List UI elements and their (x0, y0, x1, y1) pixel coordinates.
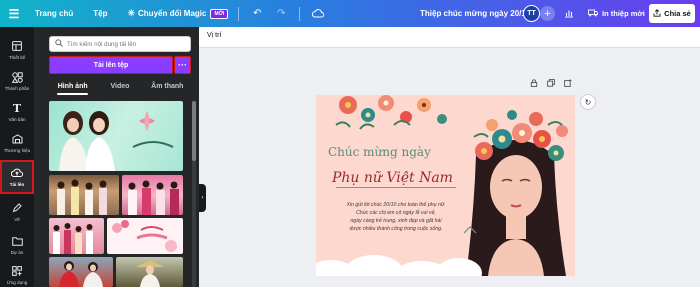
toolbar-divider (238, 6, 240, 21)
file-menu[interactable]: Tệp (93, 0, 107, 27)
cloud-upload-icon (11, 168, 23, 179)
rail-item-label: Thương hiệu (3, 147, 31, 153)
rail-item-draw[interactable]: Vẽ (0, 195, 34, 229)
tab-images[interactable]: Hình ảnh (49, 78, 96, 95)
rail-item-text[interactable]: T Văn bản (0, 95, 34, 129)
rail-item-apps[interactable]: Ứng dụng (0, 258, 34, 287)
print-invitation-button[interactable]: In thiệp mời (583, 4, 650, 23)
layout-icon (11, 41, 23, 52)
search-input[interactable] (67, 40, 185, 48)
document-title[interactable]: Thiệp chúc mừng ngày 20/10 (420, 0, 530, 27)
rail-item-brand[interactable]: Thương hiệu (0, 126, 34, 160)
cloud-save-icon[interactable] (310, 0, 326, 27)
magic-switch-button[interactable]: ✳ Chuyển đổi Magic MỚI (127, 0, 229, 27)
card-message-line: Chúc các chị em có ngày lễ vui vẻ, (356, 210, 436, 217)
card-heading[interactable]: Chúc mừng ngày (328, 145, 468, 159)
plus-icon: + (544, 7, 551, 20)
collapse-panel-handle[interactable]: ‹ (199, 184, 206, 212)
upload-icon (653, 8, 661, 19)
undo-icon[interactable]: ↶ (249, 0, 265, 27)
rail-item-label: Ứng dụng (6, 279, 28, 285)
add-page-icon[interactable] (564, 79, 572, 89)
card-message[interactable]: Xin gửi lời chúc 20/10 cho toàn thể phụ … (316, 201, 476, 233)
more-options-button[interactable]: ··· (174, 56, 191, 74)
truck-icon (588, 9, 598, 19)
rail-item-label: Tải lên (9, 181, 25, 187)
text-icon: T (12, 101, 22, 115)
position-button[interactable]: Vị trí (207, 32, 221, 39)
rail-item-uploads[interactable]: Tải lên (0, 160, 34, 194)
redo-icon[interactable]: ↷ (273, 0, 289, 27)
scrollbar-thumb[interactable] (192, 101, 196, 161)
tab-video[interactable]: Video (96, 78, 143, 95)
sparkle-icon: ✳ (127, 8, 136, 18)
greeting-card-canvas[interactable]: Chúc mừng ngày Phụ nữ Việt Nam Xin gửi l… (316, 95, 575, 276)
card-message-line: Xin gửi lời chúc 20/10 cho toàn thể phụ … (346, 202, 446, 208)
uploaded-image-thumbnail[interactable] (49, 175, 119, 215)
share-button[interactable]: Chia sẻ (649, 4, 695, 23)
rail-item-design[interactable]: Thiết kế (0, 33, 34, 67)
upload-file-button[interactable]: Tải lên tệp (49, 56, 173, 74)
elements-icon (11, 71, 23, 83)
duplicate-page-icon[interactable] (547, 79, 555, 89)
magic-switch-label: Chuyển đổi Magic (138, 9, 207, 18)
chevron-left-icon: ‹ (201, 195, 204, 201)
print-invitation-label: In thiệp mời (602, 9, 645, 18)
rail-item-label: Thành phần (4, 85, 30, 91)
panel-scrollbar[interactable] (192, 101, 196, 287)
home-link[interactable]: Trang chủ (35, 0, 73, 27)
side-rail: Thiết kế Thành phần T Văn bản Thương hiệ… (0, 27, 34, 287)
card-message-line: ngày càng trẻ trung, xinh đẹp và gặt hái (350, 218, 442, 225)
toolbar-divider (299, 6, 301, 21)
media-tabs: Hình ảnh Video Âm thanh (49, 78, 191, 95)
rail-item-elements[interactable]: Thành phần (0, 64, 34, 98)
share-label: Chia sẻ (664, 9, 691, 18)
card-message-line: được nhiều thành công trong cuộc sống. (349, 226, 443, 233)
decorative-divider (336, 187, 456, 188)
top-toolbar: ☰ Trang chủ Tệp ✳ Chuyển đổi Magic MỚI ↶… (0, 0, 700, 27)
brand-icon (11, 134, 23, 145)
search-icon (55, 39, 63, 49)
uploaded-image-thumbnail[interactable] (49, 101, 183, 171)
context-toolbar: Vị trí (199, 27, 700, 48)
add-collaborator-button[interactable]: + (540, 6, 555, 21)
avatar[interactable]: TT (523, 5, 540, 22)
rail-item-label: Vẽ (14, 216, 20, 222)
uploads-panel: Tải lên tệp ··· Hình ảnh Video Âm thanh (34, 27, 199, 287)
draw-icon (11, 203, 23, 214)
uploaded-image-thumbnail[interactable] (49, 257, 113, 287)
uploaded-image-thumbnail[interactable] (107, 218, 183, 254)
tab-audio[interactable]: Âm thanh (144, 78, 191, 95)
search-box[interactable] (49, 36, 191, 52)
uploaded-image-thumbnail[interactable] (122, 175, 183, 215)
hamburger-icon[interactable]: ☰ (3, 0, 25, 27)
uploaded-image-thumbnail[interactable] (116, 257, 183, 287)
new-badge: MỚI (210, 8, 229, 19)
folder-icon (11, 236, 23, 247)
page-tools (530, 79, 572, 89)
rail-item-label: Văn bản (8, 116, 26, 122)
rail-item-label: Dự án (10, 249, 24, 255)
card-subheading[interactable]: Phụ nữ Việt Nam (332, 170, 462, 186)
rail-item-label: Thiết kế (8, 54, 26, 60)
refresh-icon[interactable]: ↻ (580, 94, 596, 110)
lock-icon[interactable] (530, 79, 538, 89)
rail-item-projects[interactable]: Dự án (0, 228, 34, 262)
insights-icon[interactable] (560, 5, 577, 22)
uploaded-image-thumbnail[interactable] (49, 218, 104, 254)
apps-icon (11, 266, 23, 277)
